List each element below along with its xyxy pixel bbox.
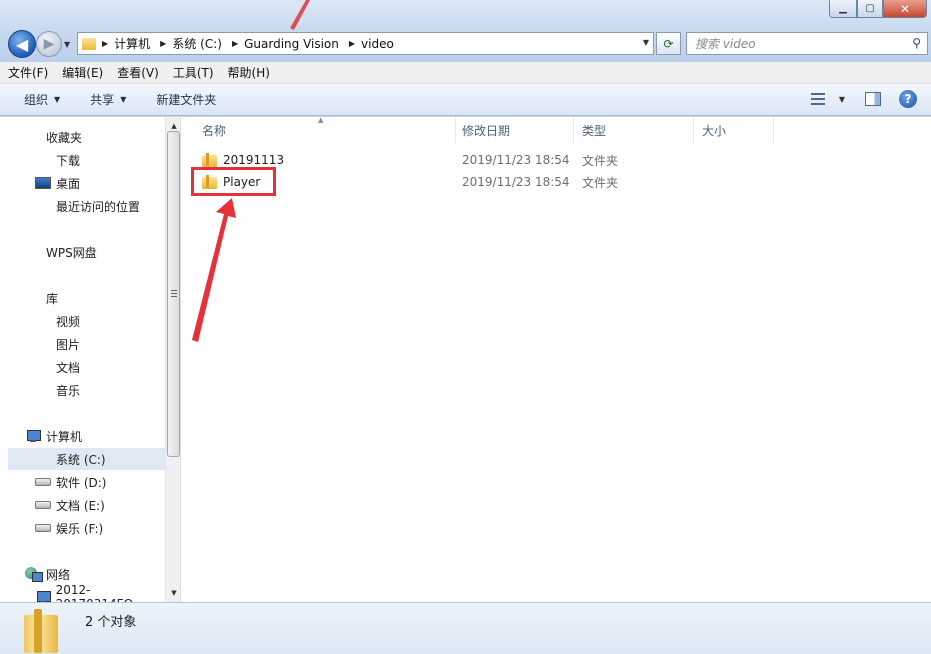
column-header-modified[interactable]: 修改日期 bbox=[454, 117, 574, 143]
sidebar-item-desktop[interactable]: 桌面 bbox=[0, 172, 165, 194]
menu-view[interactable]: 查看(V) bbox=[117, 64, 159, 81]
breadcrumb-item-2[interactable]: ▶ Guarding Vision bbox=[232, 37, 339, 51]
maximize-button[interactable]: ▢ bbox=[857, 0, 883, 18]
organize-button[interactable]: 组织 ▼ bbox=[24, 91, 60, 108]
sidebar-item-pictures[interactable]: 图片 bbox=[0, 333, 165, 355]
sidebar-item-drive-d[interactable]: 软件 (D:) bbox=[0, 471, 165, 493]
close-button[interactable]: ✕ bbox=[883, 0, 927, 18]
sidebar-item-recent[interactable]: 最近访问的位置 bbox=[0, 195, 165, 217]
column-header-name[interactable]: 名称 bbox=[194, 117, 456, 143]
item-count: 2 个对象 bbox=[85, 615, 137, 630]
sidebar-item-network-pc[interactable]: 2012-20170314FO bbox=[0, 583, 165, 602]
view-dropdown[interactable]: ▼ bbox=[839, 95, 845, 104]
address-dropdown[interactable]: ▼ bbox=[643, 38, 649, 47]
status-bar: 2 个对象 bbox=[0, 602, 931, 654]
window-controls: ▁ ▢ ✕ bbox=[829, 0, 927, 18]
menu-edit[interactable]: 编辑(E) bbox=[62, 64, 103, 81]
menu-help[interactable]: 帮助(H) bbox=[228, 64, 270, 81]
column-header-size[interactable]: 大小 bbox=[694, 117, 774, 143]
sidebar-item-drive-e[interactable]: 文档 (E:) bbox=[0, 494, 165, 516]
chevron-right-icon[interactable]: ▶ bbox=[349, 39, 355, 48]
sidebar-item-music[interactable]: 音乐 bbox=[0, 379, 165, 401]
address-bar[interactable]: ▶ 计算机 ▶ 系统 (C:) ▶ Guarding Vision ▶ video ▼ bbox=[77, 32, 654, 55]
column-header-type[interactable]: 类型 bbox=[574, 117, 694, 143]
breadcrumb-item-0[interactable]: ▶ 计算机 bbox=[102, 35, 150, 52]
sidebar-item-library[interactable]: 库 bbox=[0, 287, 165, 309]
grip-icon bbox=[171, 290, 177, 297]
search-input[interactable]: 搜索 video ⚲ bbox=[686, 32, 928, 55]
recent-pages-dropdown[interactable]: ▼ bbox=[64, 40, 70, 49]
title-bar: ▁ ▢ ✕ ◀ ▶ ▼ ▶ 计算机 ▶ 系统 (C:) ▶ Guarding Visi… bbox=[0, 0, 931, 62]
folder-icon bbox=[202, 153, 217, 167]
breadcrumb-item-1[interactable]: ▶ 系统 (C:) bbox=[160, 35, 222, 52]
chevron-down-icon: ▼ bbox=[120, 95, 127, 104]
scroll-thumb[interactable] bbox=[167, 131, 180, 457]
chevron-right-icon[interactable]: ▶ bbox=[160, 39, 166, 48]
share-button[interactable]: 共享 ▼ bbox=[90, 91, 126, 108]
file-list: ▲ 名称 修改日期 类型 大小 20191113 2019/11/23 18:5… bbox=[182, 116, 931, 602]
breadcrumb-item-3[interactable]: ▶ video bbox=[349, 37, 394, 51]
sidebar-item-documents[interactable]: 文档 bbox=[0, 356, 165, 378]
sidebar-item-network[interactable]: 网络 bbox=[0, 563, 165, 585]
network-icon bbox=[25, 567, 43, 582]
view-options-icon[interactable] bbox=[810, 93, 825, 105]
scroll-down-icon[interactable]: ▼ bbox=[166, 586, 180, 600]
sidebar-item-wps[interactable]: WPS网盘 bbox=[0, 241, 165, 263]
folder-icon bbox=[24, 609, 58, 653]
view-controls: ▼ ? bbox=[810, 90, 917, 108]
sidebar-item-computer[interactable]: 计算机 bbox=[0, 425, 165, 447]
sidebar-item-favorites[interactable]: 收藏夹 bbox=[0, 126, 165, 148]
refresh-button[interactable]: ⟳ bbox=[656, 32, 681, 55]
forward-arrow-icon: ▶ bbox=[43, 36, 55, 52]
new-folder-button[interactable]: 新建文件夹 bbox=[156, 91, 216, 108]
sidebar-item-downloads[interactable]: 下载 bbox=[0, 149, 165, 171]
chevron-right-icon[interactable]: ▶ bbox=[232, 39, 238, 48]
main-area: 收藏夹 下载 桌面 最近访问的位置 WPS网盘 库 视频 图片 文档 音乐 计算… bbox=[0, 116, 931, 602]
navigation-pane: 收藏夹 下载 桌面 最近访问的位置 WPS网盘 库 视频 图片 文档 音乐 计算… bbox=[0, 117, 181, 602]
drive-icon bbox=[35, 501, 51, 509]
back-arrow-icon: ◀ bbox=[15, 34, 29, 54]
sidebar-item-drive-c[interactable]: 系统 (C:) bbox=[8, 448, 165, 470]
sidebar-item-drive-f[interactable]: 娱乐 (F:) bbox=[0, 517, 165, 539]
help-icon[interactable]: ? bbox=[899, 90, 917, 108]
desktop-icon bbox=[35, 177, 51, 189]
minimize-button[interactable]: ▁ bbox=[829, 0, 857, 18]
drive-icon bbox=[35, 478, 51, 486]
forward-button[interactable]: ▶ bbox=[36, 31, 62, 57]
refresh-icon: ⟳ bbox=[663, 36, 674, 51]
computer-icon bbox=[25, 429, 41, 443]
folder-icon bbox=[82, 37, 96, 50]
preview-pane-icon[interactable] bbox=[865, 92, 881, 106]
drive-icon bbox=[35, 524, 51, 532]
sidebar-item-videos[interactable]: 视频 bbox=[0, 310, 165, 332]
computer-icon bbox=[35, 590, 51, 602]
menu-tools[interactable]: 工具(T) bbox=[173, 64, 214, 81]
chevron-down-icon: ▼ bbox=[54, 95, 61, 104]
back-button[interactable]: ◀ bbox=[8, 30, 36, 58]
menu-bar: 文件(F) 编辑(E) 查看(V) 工具(T) 帮助(H) bbox=[0, 62, 931, 84]
command-bar: 组织 ▼ 共享 ▼ 新建文件夹 ▼ ? bbox=[0, 84, 931, 116]
sidebar-scrollbar[interactable]: ▲ ▼ bbox=[165, 117, 180, 602]
menu-file[interactable]: 文件(F) bbox=[8, 64, 48, 81]
chevron-right-icon[interactable]: ▶ bbox=[102, 39, 108, 48]
annotation-highlight-box bbox=[191, 167, 276, 196]
search-icon[interactable]: ⚲ bbox=[912, 36, 921, 50]
navigation-row: ◀ ▶ ▼ ▶ 计算机 ▶ 系统 (C:) ▶ Guarding Vision ▶ vi… bbox=[0, 26, 931, 60]
